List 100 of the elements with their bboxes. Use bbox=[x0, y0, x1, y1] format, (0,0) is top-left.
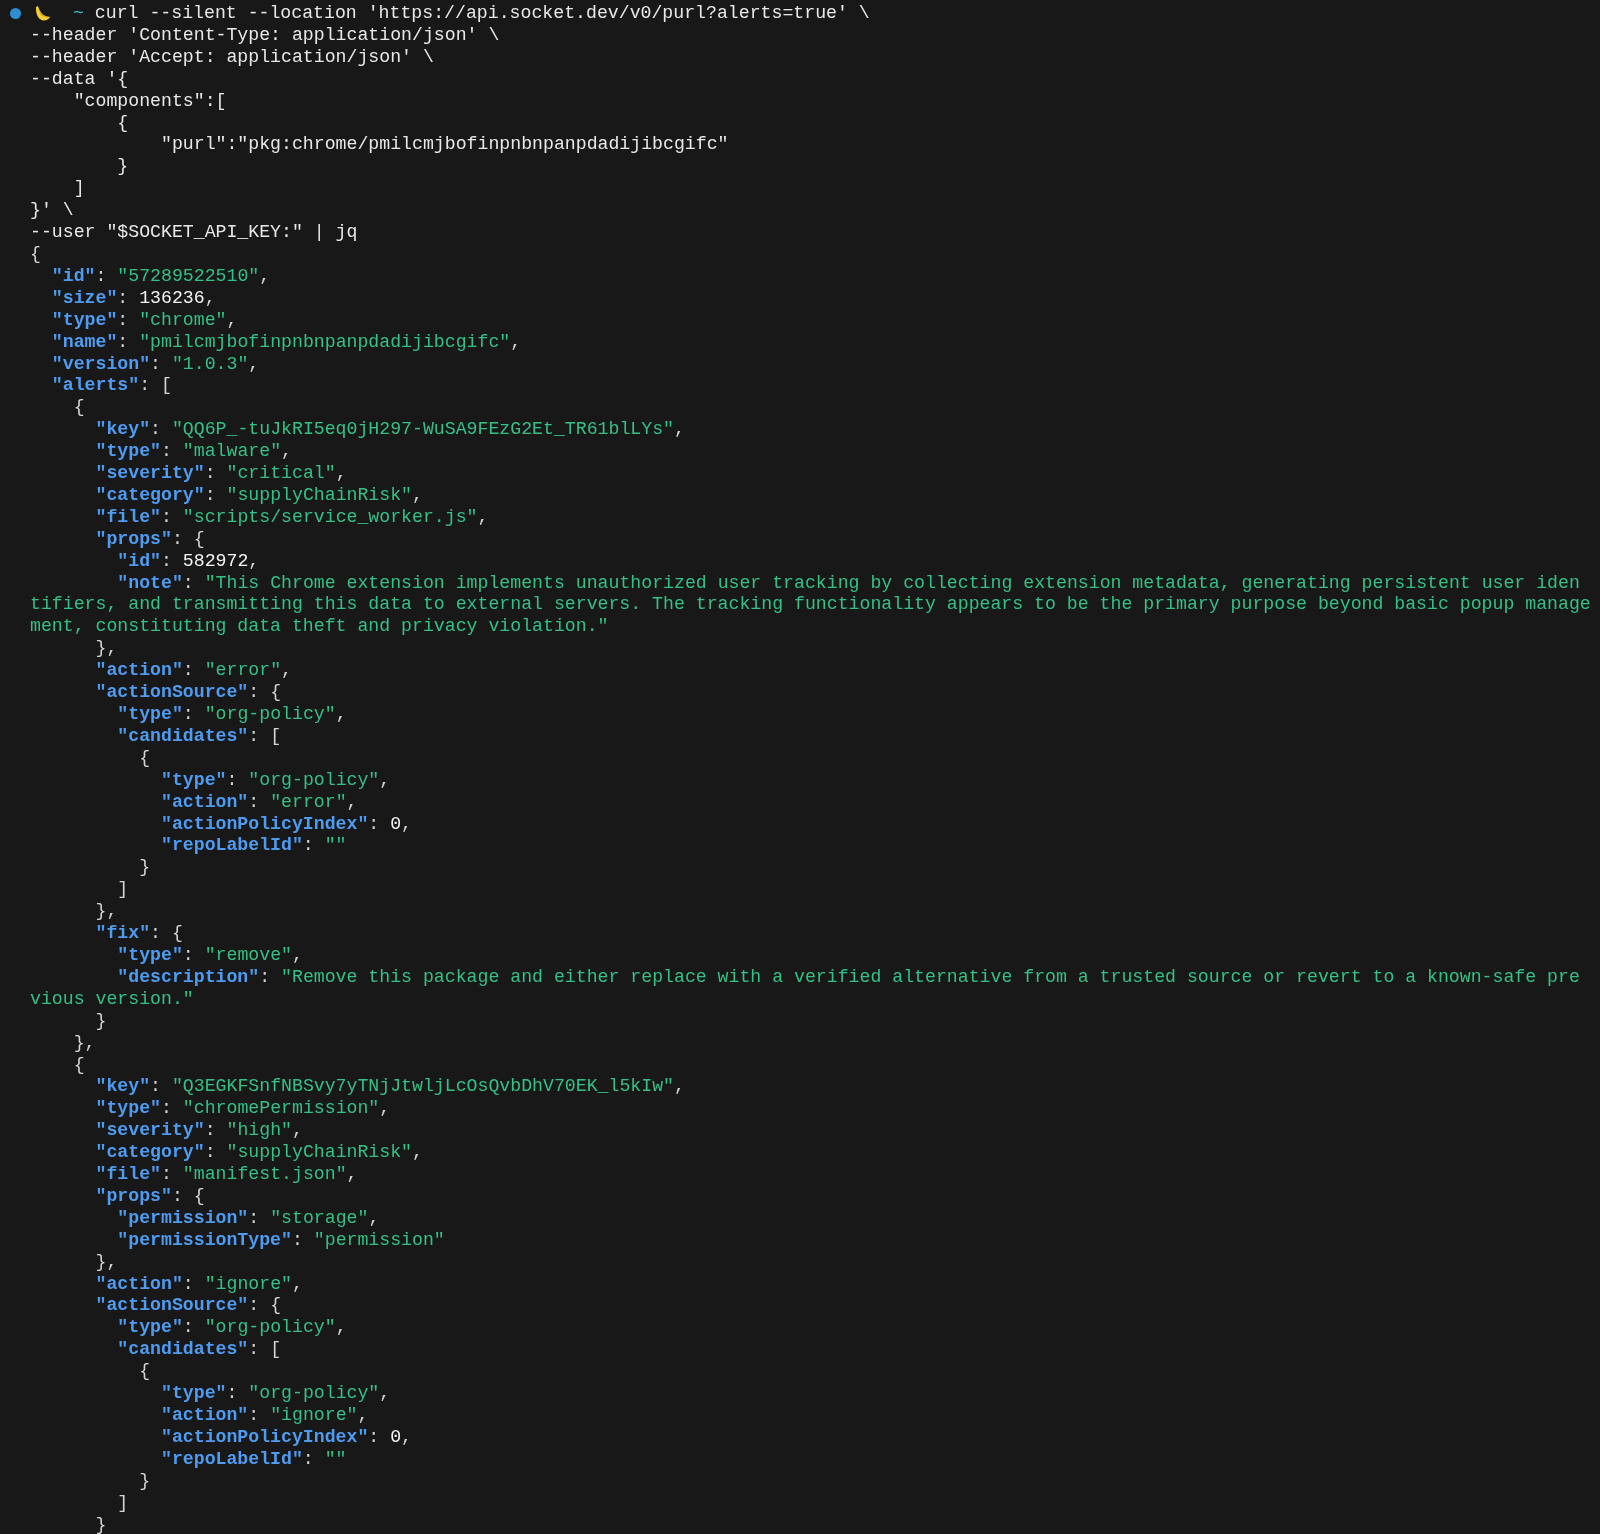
json-punctuation: ] bbox=[117, 1492, 129, 1513]
json-punctuation: , bbox=[226, 309, 238, 330]
json-punctuation: : bbox=[182, 1317, 195, 1338]
json-punctuation: : bbox=[204, 1120, 217, 1141]
json-number-value: 136236 bbox=[139, 287, 205, 308]
json-string-value: "org-policy" bbox=[248, 769, 380, 790]
json-entry-text: "note": "This Chrome extension implements unauthorized user tracking by collecting extension metadata, generating persistent user identifiers, and transmitting this data to external servers. The tracking functionality appears to be the primary purpose beyond basic popup management, constituting data theft and privacy violation." bbox=[30, 572, 1591, 639]
json-string-value: "high" bbox=[226, 1120, 292, 1141]
json-key: "repoLabelId" bbox=[160, 835, 303, 856]
json-punctuation: , bbox=[292, 944, 303, 965]
json-punctuation: : bbox=[182, 944, 195, 965]
json-punctuation: } bbox=[139, 1470, 151, 1491]
json-string-value: "storage" bbox=[270, 1207, 369, 1228]
json-key: "actionPolicyIndex" bbox=[160, 1426, 369, 1447]
json-punctuation: } bbox=[95, 1514, 107, 1534]
json-string-value: "remove" bbox=[204, 944, 292, 965]
command-text: ] bbox=[73, 178, 85, 199]
json-punctuation: : bbox=[248, 1405, 261, 1425]
json-key: "actionPolicyIndex" bbox=[160, 813, 369, 834]
json-key: "action" bbox=[160, 1405, 249, 1425]
json-punctuation: , bbox=[477, 506, 489, 527]
json-punctuation: , bbox=[412, 484, 423, 505]
json-string-value: "" bbox=[324, 1448, 347, 1469]
json-punctuation: { bbox=[73, 1054, 85, 1075]
json-punctuation: }, bbox=[95, 638, 118, 659]
json-string-value: "1.0.3" bbox=[171, 353, 249, 374]
json-punctuation: : bbox=[161, 506, 173, 527]
command-text: "components":[ bbox=[73, 90, 227, 111]
json-punctuation: : [ bbox=[248, 725, 282, 746]
command-text: }' \ bbox=[30, 200, 74, 221]
json-punctuation: , bbox=[335, 1317, 347, 1338]
json-key: "file" bbox=[95, 506, 161, 527]
json-punctuation: : bbox=[117, 331, 130, 352]
banana-icon bbox=[33, 4, 51, 23]
json-key: "name" bbox=[51, 331, 118, 352]
json-string-value: "ignore" bbox=[204, 1273, 292, 1294]
command-text: --header 'Accept: application/json' \ bbox=[30, 46, 434, 67]
command-text: --header 'Content-Type: application/json' \ bbox=[30, 24, 500, 45]
json-punctuation: : bbox=[302, 835, 315, 856]
json-key: "action" bbox=[95, 1273, 183, 1294]
json-punctuation: }, bbox=[73, 1032, 96, 1053]
command-text: --data '{ bbox=[30, 68, 129, 89]
json-punctuation: , bbox=[292, 1273, 303, 1294]
json-punctuation: , bbox=[412, 1142, 423, 1163]
json-punctuation: : bbox=[248, 1207, 261, 1228]
json-key: "alerts" bbox=[51, 375, 140, 396]
json-punctuation: : bbox=[95, 265, 108, 286]
json-key: "file" bbox=[95, 1164, 161, 1185]
json-punctuation: , bbox=[281, 441, 292, 462]
json-key: "type" bbox=[160, 1383, 227, 1404]
json-string-value: "Q3EGKFSnfNBSvy7yTNjJtwljLcOsQvbDhV70EK_l5kIw" bbox=[171, 1076, 674, 1097]
command-text: } bbox=[117, 156, 129, 177]
json-punctuation: : { bbox=[150, 923, 183, 944]
json-punctuation: : bbox=[150, 419, 162, 440]
json-punctuation: , bbox=[357, 1405, 369, 1425]
json-key: "action" bbox=[160, 791, 249, 812]
json-punctuation: } bbox=[95, 1010, 107, 1031]
json-punctuation: : { bbox=[171, 528, 205, 549]
json-punctuation: : [ bbox=[248, 1339, 282, 1360]
json-punctuation: , bbox=[281, 660, 292, 681]
json-key: "key" bbox=[95, 1076, 151, 1097]
command-text: curl --silent --location 'https://api.socket.dev/v0/purl?alerts=true' \ bbox=[94, 3, 870, 23]
json-string-value: "chromePermission" bbox=[182, 1098, 380, 1119]
json-punctuation: : bbox=[368, 813, 381, 834]
json-punctuation: }, bbox=[95, 1251, 118, 1272]
json-punctuation: { bbox=[73, 397, 85, 418]
json-key: "candidates" bbox=[117, 725, 249, 746]
json-punctuation: : bbox=[182, 660, 195, 681]
command-text: { bbox=[117, 112, 129, 133]
json-key: "id" bbox=[51, 265, 96, 286]
json-string-value: "" bbox=[324, 835, 347, 856]
json-string-value: "ignore" bbox=[270, 1405, 358, 1425]
json-punctuation: : { bbox=[171, 1185, 205, 1206]
json-punctuation: , bbox=[379, 1383, 391, 1404]
json-punctuation: , bbox=[368, 1207, 380, 1228]
json-punctuation: , bbox=[379, 1098, 391, 1119]
json-key: "size" bbox=[51, 287, 118, 308]
prompt-tilde: ~ bbox=[73, 3, 84, 23]
command-text: --user "$SOCKET_API_KEY:" | jq bbox=[30, 222, 358, 243]
json-string-value: "QQ6P_-tuJkRI5eq0jH297-WuSA9FEzG2Et_TR61blLYs" bbox=[171, 419, 674, 440]
json-entry-text: "description": "Remove this package and either replace with a verified alternative from a trusted source or revert to a known-safe previous version." bbox=[30, 966, 1581, 1011]
json-key: "actionSource" bbox=[95, 1295, 249, 1316]
json-string-value: "pmilcmjbofinpnbnpanpdadijibcgifc" bbox=[139, 331, 511, 352]
json-punctuation: , bbox=[346, 791, 358, 812]
json-punctuation: }, bbox=[95, 901, 118, 922]
json-punctuation: , bbox=[335, 704, 347, 724]
json-punctuation: : bbox=[368, 1426, 381, 1447]
json-key: "type" bbox=[117, 1317, 183, 1338]
json-key: "category" bbox=[95, 1142, 205, 1163]
json-key: "repoLabelId" bbox=[160, 1448, 303, 1469]
json-punctuation: : bbox=[302, 1448, 315, 1469]
json-key: "permissionType" bbox=[117, 1229, 292, 1250]
json-punctuation: } bbox=[139, 857, 151, 878]
json-key: "severity" bbox=[95, 463, 205, 484]
json-key: "candidates" bbox=[117, 1339, 249, 1360]
json-punctuation: , bbox=[401, 1426, 413, 1447]
json-string-value: "error" bbox=[204, 660, 282, 681]
json-punctuation: , bbox=[248, 550, 260, 571]
json-punctuation: : bbox=[150, 1076, 162, 1097]
json-punctuation: : bbox=[204, 1142, 217, 1163]
